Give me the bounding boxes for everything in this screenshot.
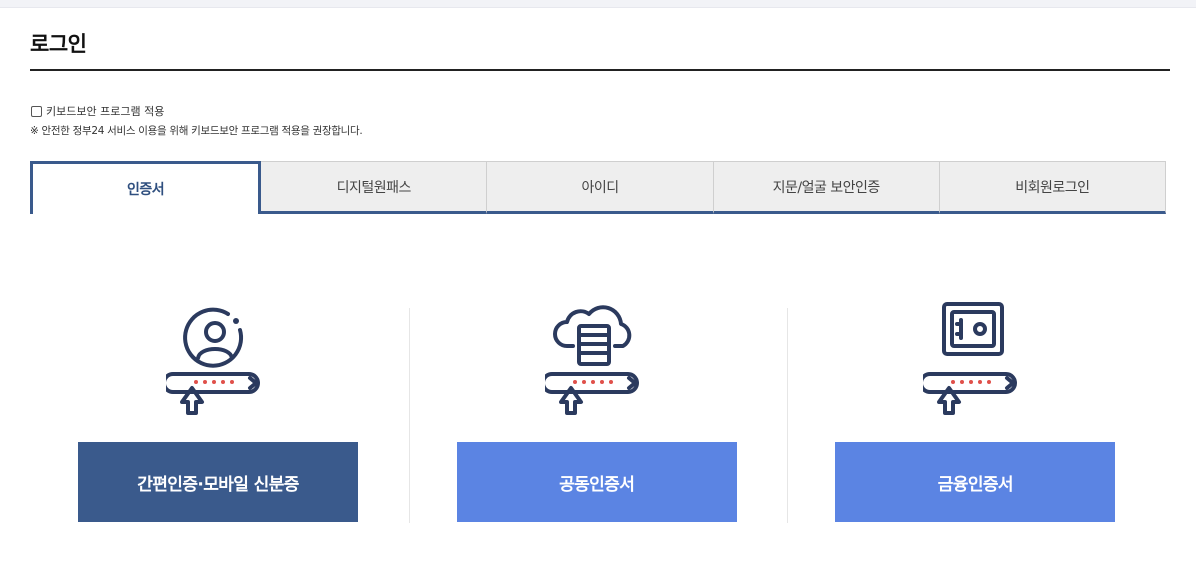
financial-certificate-button[interactable]: 금융인증서 (835, 442, 1116, 522)
keyboard-security-notice: ※ 안전한 정부24 서비스 이용을 위해 키보드보안 프로그램 적용을 권장합… (30, 125, 363, 137)
tab-certificate[interactable]: 인증서 (30, 161, 262, 214)
login-method-tabs: 인증서 디지털원패스 아이디 지문/얼굴 보안인증 비회원로그인 (30, 161, 1167, 214)
user-certificate-icon (166, 307, 260, 415)
tab-biometric[interactable]: 지문/얼굴 보안인증 (713, 161, 940, 214)
tab-digital-onepass[interactable]: 디지털원패스 (261, 161, 488, 214)
card-joint-certificate: 공동인증서 (408, 300, 788, 530)
title-divider (30, 69, 1170, 71)
keyboard-security-label: 키보드보안 프로그램 적용 (46, 105, 165, 118)
top-strip (0, 0, 1196, 8)
card-financial-certificate: 금융인증서 (787, 300, 1166, 530)
keyboard-security-option[interactable]: 키보드보안 프로그램 적용 (30, 103, 164, 119)
simple-auth-button[interactable]: 간편인증·모바일 신분증 (78, 442, 358, 522)
cloud-server-certificate-icon (544, 305, 639, 415)
joint-certificate-button[interactable]: 공동인증서 (456, 442, 737, 522)
safe-certificate-icon (923, 302, 1018, 415)
certificate-options: 간편인증·모바일 신분증 공동인증서 금융인증서 (30, 300, 1166, 530)
tab-id[interactable]: 아이디 (487, 161, 714, 214)
tab-non-member[interactable]: 비회원로그인 (939, 161, 1167, 214)
card-simple-auth: 간편인증·모바일 신분증 (30, 300, 409, 530)
keyboard-security-checkbox[interactable] (31, 105, 42, 117)
page-title: 로그인 (30, 32, 87, 56)
